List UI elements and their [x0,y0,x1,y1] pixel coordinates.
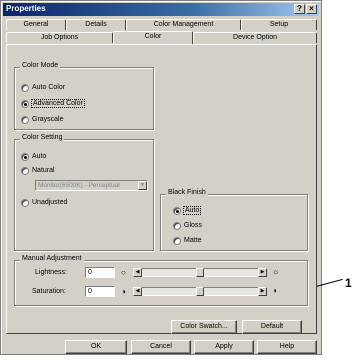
saturation-low-icon: ◑ [121,287,126,296]
lightness-label: Lightness: [35,269,67,276]
chevron-down-icon[interactable]: ▼ [138,181,147,190]
radio-indicator[interactable] [173,236,181,245]
tab-general[interactable]: General [6,19,66,30]
radio-gloss[interactable]: Gloss [173,221,202,230]
window-title: Properties [6,4,46,13]
black-finish-legend: Black Finish [166,189,208,196]
radio-label: Gloss [184,222,202,229]
manual-adjustment-legend: Manual Adjustment [20,255,84,262]
cancel-button[interactable]: Cancel [131,340,191,354]
radio-indicator[interactable] [21,99,29,108]
radio-indicator[interactable] [21,152,29,161]
radio-label: Unadjusted [32,199,68,206]
radio-matte[interactable]: Matte [173,236,202,245]
saturation-high-icon: ◑ [272,286,277,295]
arrow-left-icon[interactable]: ◀ [133,287,142,296]
radio-grayscale[interactable]: Grayscale [21,115,64,124]
radio-advanced-color[interactable]: Advanced Color [21,99,85,108]
manual-adjustment-group: Manual Adjustment Lightness: 0 ○ ◀ ▶ ☼ S… [14,255,308,306]
tab-job-options[interactable]: Job Options [6,32,113,43]
radio-label: Auto [32,153,47,160]
arrow-right-icon[interactable]: ▶ [258,268,267,277]
color-setting-legend: Color Setting [20,134,65,141]
radio-label: Grayscale [32,116,64,123]
color-swatch-button[interactable]: Color Swatch... [171,320,237,334]
lightness-high-icon: ☼ [272,267,280,276]
saturation-input[interactable]: 0 [85,286,115,297]
tab-setup[interactable]: Setup [241,19,317,30]
help-button[interactable]: Help [257,340,317,354]
radio-label: Auto Color [32,84,66,91]
black-finish-group: Black Finish Auto Gloss Matte [160,189,308,251]
radio-indicator[interactable] [21,166,29,175]
saturation-label: Saturation: [32,288,66,295]
lightness-slider[interactable]: ◀ ▶ [133,268,267,277]
radio-indicator[interactable] [173,206,181,215]
radio-label: Advanced Color [31,99,85,108]
close-button[interactable]: × [306,4,317,14]
monitor-profile-select[interactable]: Monitor(6500K) - Perceptual ▼ [35,180,148,191]
apply-button[interactable]: Apply [194,340,254,354]
lightness-input[interactable]: 0 [85,267,115,278]
color-mode-legend: Color Mode [20,62,61,69]
tab-color[interactable]: Color [113,31,193,44]
radio-natural[interactable]: Natural [21,166,55,175]
default-button[interactable]: Default [242,320,302,334]
tab-color-management[interactable]: Color Management [126,19,241,30]
radio-black-auto[interactable]: Auto [173,206,202,215]
radio-indicator[interactable] [21,83,29,92]
radio-setting-auto[interactable]: Auto [21,152,46,161]
lightness-low-icon: ○ [121,268,126,277]
radio-indicator[interactable] [21,198,29,207]
monitor-profile-value: Monitor(6500K) - Perceptual [38,182,120,189]
radio-label: Matte [184,237,202,244]
radio-indicator[interactable] [21,115,29,124]
arrow-right-icon[interactable]: ▶ [258,287,267,296]
callout-number: 1 [345,276,352,290]
radio-unadjusted[interactable]: Unadjusted [21,198,67,207]
lightness-slider-thumb[interactable] [196,268,204,277]
saturation-slider-thumb[interactable] [196,287,204,296]
radio-label: Natural [32,167,55,174]
tab-device-option[interactable]: Device Option [193,32,317,43]
radio-auto-color[interactable]: Auto Color [21,83,65,92]
color-setting-group: Color Setting Auto Natural Monitor(6500K… [14,134,154,251]
radio-label: Auto [182,206,202,215]
radio-indicator[interactable] [173,221,181,230]
saturation-slider[interactable]: ◀ ▶ [133,287,267,296]
tab-details[interactable]: Details [66,19,126,30]
title-bar: Properties ? × [3,3,319,16]
arrow-left-icon[interactable]: ◀ [133,268,142,277]
ok-button[interactable]: OK [65,340,127,354]
help-title-button[interactable]: ? [294,4,305,14]
color-mode-group: Color Mode Auto Color Advanced Color Gra… [14,62,154,130]
properties-dialog: Properties ? × General Details Color Man… [0,0,322,355]
